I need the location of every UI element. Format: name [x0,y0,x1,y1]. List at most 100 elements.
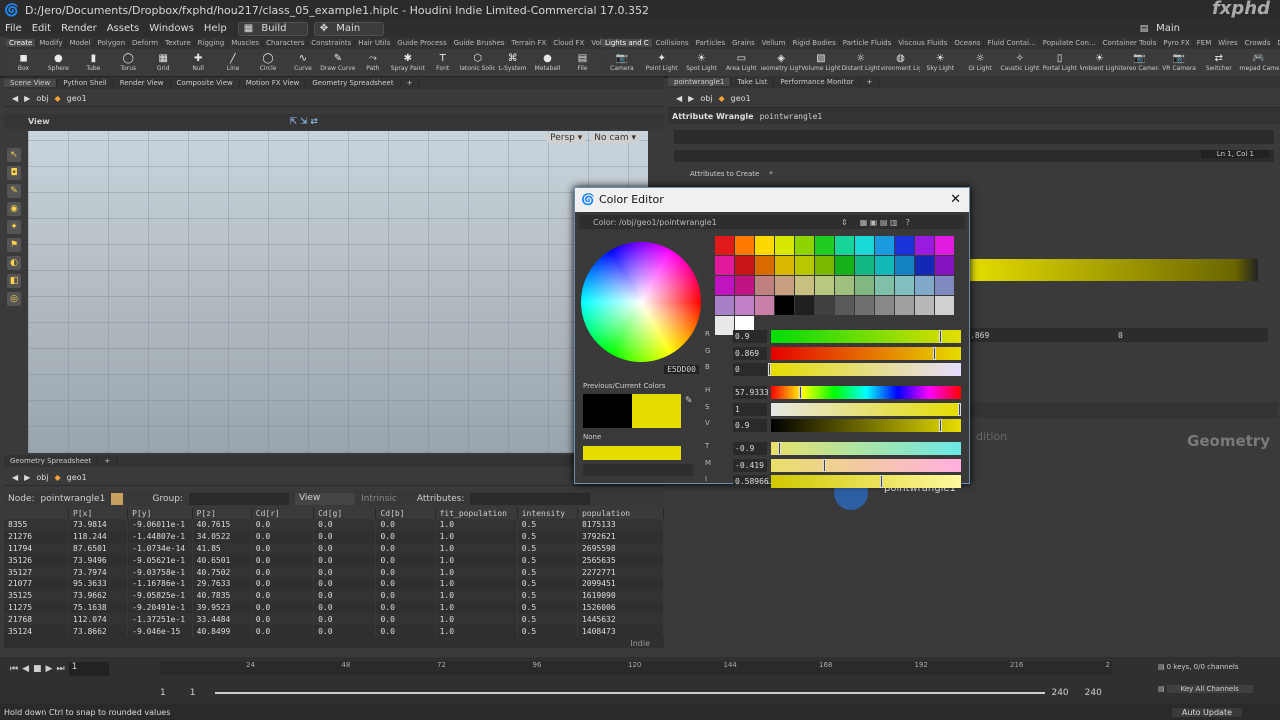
shelf-tab-guide-process[interactable]: Guide Process [394,39,451,47]
table-row[interactable]: 21768 112.074 -1.37251e-1 33.4484 0.0 0.0 0.0 1… [4,613,665,626]
color-swatch[interactable] [835,296,854,315]
slider-handle[interactable] [880,475,884,488]
tool-stereo-camera[interactable]: 📷Stereo Camera [1119,53,1159,72]
slider-value-field[interactable]: 57.9333 [733,386,769,399]
tool-font[interactable]: T Font [425,53,460,72]
table-row[interactable]: 35127 73.7974 -9.03758e-1 40.7502 0.0 0.0 0.0 1… [4,566,665,578]
slider-track[interactable] [771,330,961,343]
color-swatch[interactable] [815,296,834,315]
tab-render-view[interactable]: Render View [114,79,171,87]
slider-track[interactable] [771,442,961,455]
menu-render[interactable]: Render [56,23,102,34]
color-swatch[interactable] [875,276,894,295]
tab-geometry-spreadsheet[interactable]: Geometry Spreadsheet [306,79,401,87]
tool-spray-paint[interactable]: ✱ Spray Paint [390,53,425,72]
color-swatch[interactable] [755,276,774,295]
camera-tool-icon[interactable]: ◎ [7,292,21,306]
tool-tube[interactable]: ▮ Tube [76,53,111,72]
shelf-tab-wires[interactable]: Wires [1215,39,1242,47]
desk-right[interactable]: ▤ Main [1135,23,1190,34]
tool-sphere[interactable]: ● Sphere [41,53,76,72]
shelf-tab-create[interactable]: Create [6,39,37,47]
previous-color-swatch[interactable] [583,394,632,428]
column-header[interactable] [4,508,69,519]
color-swatch[interactable] [715,256,734,275]
tool-portal-light[interactable]: ▯ Portal Light [1040,53,1080,72]
column-header[interactable]: Cd[g] [313,508,377,519]
tool-spot-light[interactable]: ☀ Spot Light [682,53,722,72]
color-swatch[interactable] [915,296,934,315]
right-path-geo[interactable]: geo1 [731,94,751,103]
shelf-tab-model[interactable]: Model [66,39,95,47]
tool-file[interactable]: ▤ File [565,53,600,72]
color-swatch[interactable] [775,256,794,275]
play-back-icon[interactable]: ◀ [22,664,29,674]
hex-field[interactable]: E5DD00 [664,365,699,374]
jump-start-icon[interactable]: ⏮ [10,664,18,674]
shelf-tab-hair-utils[interactable]: Hair Utils [355,39,395,47]
color-swatch[interactable] [775,276,794,295]
slider-handle[interactable] [777,442,781,455]
tool-torus[interactable]: ◯ Torus [111,53,146,72]
tool-gi-light[interactable]: ☼ GI Light [960,53,1000,72]
cam-menu[interactable]: No cam ▾ [590,133,640,143]
slider-track[interactable] [771,386,961,399]
sheet-path-geo[interactable]: geo1 [67,473,87,482]
tab-scene-view[interactable]: Scene View [4,79,58,87]
shelf-tab-characters[interactable]: Characters [263,39,309,47]
slider-handle[interactable] [768,363,771,376]
desk2-select[interactable]: ✥ Main [313,21,384,36]
eyedropper-icon[interactable]: ✎ [685,396,693,406]
tool-ambient-light[interactable]: ☀ Ambient Light [1080,53,1120,72]
shelf-tab-grains[interactable]: Grains [729,39,759,47]
shelf-tab-container-tools[interactable]: Container Tools [1100,39,1161,47]
slider-value-field[interactable]: 1 [733,402,767,416]
color-swatch[interactable] [735,296,754,315]
brush-tool-icon[interactable]: ✎ [7,184,21,198]
shelf-tab-particle-fluids[interactable]: Particle Fluids [840,39,896,47]
shelf-tab-fem[interactable]: FEM [1194,39,1216,47]
slider-track[interactable] [771,419,961,432]
tool-area-light[interactable]: ▭ Area Light [721,53,761,72]
color-swatch[interactable] [895,276,914,295]
shelf-tab-collisions[interactable]: Collisions [653,39,693,47]
tab-composite-view[interactable]: Composite View [171,79,240,87]
color-swatch[interactable] [735,276,754,295]
tool-volume-light[interactable]: ▧ Volume Light [801,53,841,72]
color-swatch[interactable] [875,296,894,315]
color-swatch[interactable] [835,256,854,275]
color-swatch[interactable] [775,296,794,315]
range-start-2[interactable]: 1 [190,688,196,698]
right-path-obj[interactable]: obj [700,94,712,103]
color-swatch[interactable] [715,276,734,295]
tab-python-shell[interactable]: Python Shell [57,79,114,87]
help-icon[interactable]: ? [906,218,910,227]
slider-handle[interactable] [939,419,942,432]
color-swatch[interactable] [935,296,954,315]
shelf-tab-particles[interactable]: Particles [693,39,730,47]
menu-file[interactable]: File [0,23,27,34]
column-header[interactable]: P[x] [68,508,129,519]
range-slider[interactable] [215,692,1046,694]
column-header[interactable]: Cd[r] [251,508,315,519]
tool-sky-light[interactable]: ☀ Sky Light [920,53,960,72]
lock-tool-icon[interactable]: ◘ [7,166,21,180]
jump-end-icon[interactable]: ⏭ [56,664,64,674]
tool-switcher[interactable]: ⇄ Switcher [1199,53,1239,72]
shelf-tab-modify[interactable]: Modify [36,39,67,47]
color-wheel[interactable] [581,242,701,362]
tool-point-light[interactable]: ✦ Point Light [642,53,682,72]
column-header[interactable]: Cd[b] [375,508,436,519]
color-swatch[interactable] [755,236,774,255]
color-swatch[interactable] [915,236,934,255]
key-all-channels-button[interactable]: Key All Channels [1166,685,1253,693]
right-fwd-icon[interactable]: ▶ [688,94,694,103]
color-swatch[interactable] [815,276,834,295]
color-param-ramp[interactable] [970,259,1258,281]
color-swatch[interactable] [855,256,874,275]
slider-track[interactable] [771,402,961,416]
color-swatch[interactable] [855,296,874,315]
color-swatch[interactable] [835,276,854,295]
attrs-to-create-value[interactable]: * [769,170,773,178]
tool-vr-camera[interactable]: 📷 VR Camera [1159,53,1199,72]
